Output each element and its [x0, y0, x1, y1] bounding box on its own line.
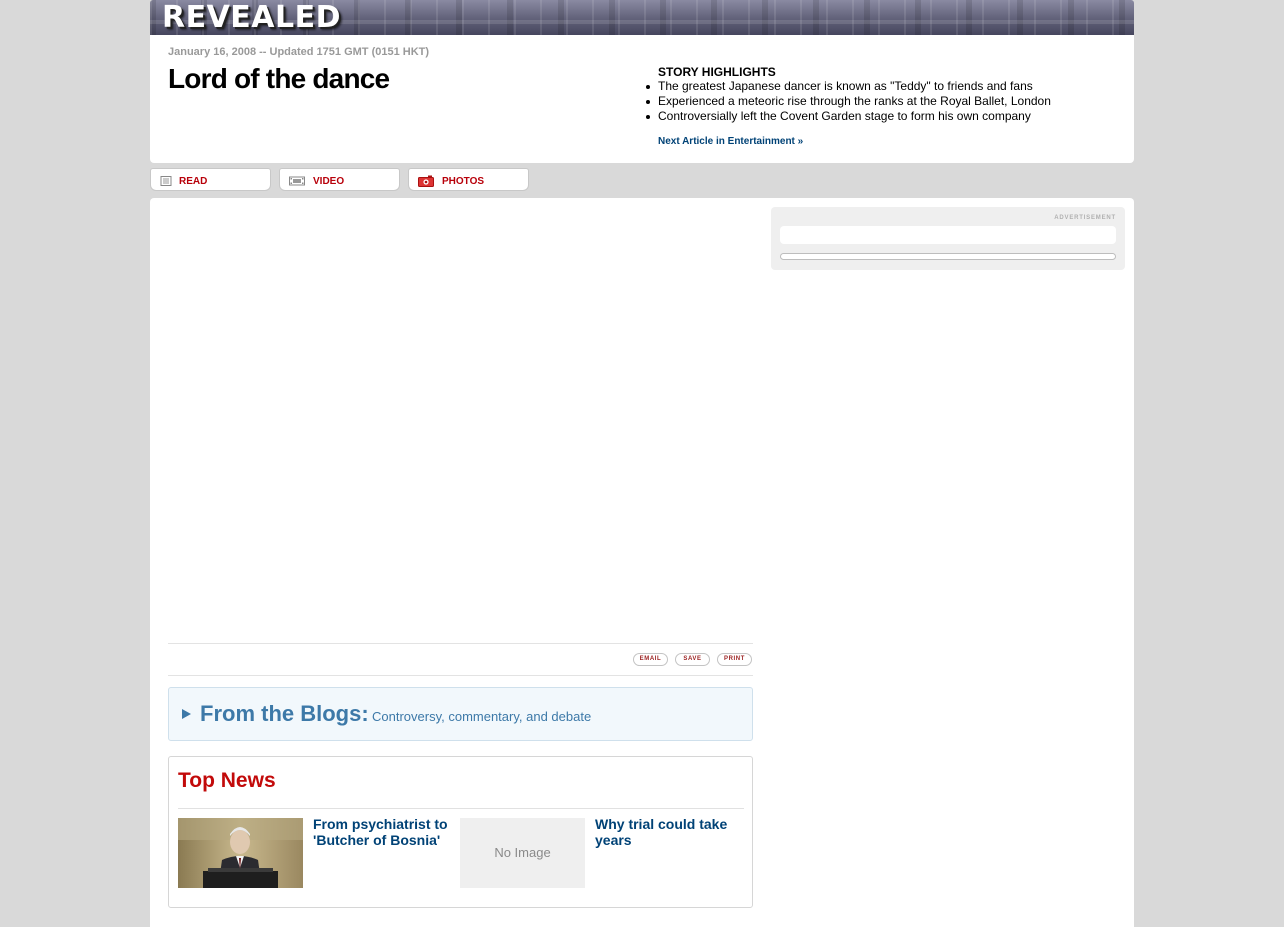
no-image-placeholder[interactable]: No Image — [460, 818, 585, 888]
tab-label: PHOTOS — [442, 176, 485, 187]
highlight-text: The greatest Japanese dancer is known as… — [658, 79, 1033, 93]
tab-read[interactable]: READ — [150, 168, 271, 191]
news-thumbnail[interactable] — [178, 818, 303, 888]
advertisement-label: ADVERTISEMENT — [1054, 215, 1116, 221]
from-the-blogs[interactable]: From the Blogs: Controversy, commentary,… — [168, 687, 753, 741]
section-banner: REVEALED — [150, 0, 1134, 35]
news-headline-link[interactable]: Why trial could take years — [595, 816, 745, 848]
article-headline: Lord of the dance — [168, 63, 390, 94]
highlights-title: STORY HIGHLIGHTS — [658, 65, 776, 79]
next-article-link[interactable]: Next Article in Entertainment » — [658, 136, 803, 147]
bullet-icon — [646, 85, 650, 89]
divider — [168, 675, 753, 676]
story-highlights: STORY HIGHLIGHTS The greatest Japanese d… — [646, 65, 1118, 124]
document-icon — [160, 176, 172, 186]
highlight-item: Experienced a meteoric rise through the … — [646, 94, 1118, 109]
save-button[interactable]: SAVE — [675, 653, 710, 666]
highlight-item: The greatest Japanese dancer is known as… — [646, 79, 1118, 94]
blogs-title: From the Blogs: — [200, 701, 369, 726]
tab-photos[interactable]: PHOTOS — [408, 168, 529, 191]
ad-slot[interactable] — [780, 226, 1116, 244]
top-news-title: Top News — [178, 769, 276, 792]
tab-label: READ — [179, 176, 208, 187]
news-headline-link[interactable]: From psychiatrist to 'Butcher of Bosnia' — [313, 816, 463, 848]
divider — [178, 808, 744, 809]
highlight-text: Experienced a meteoric rise through the … — [658, 94, 1051, 108]
triangle-right-icon — [182, 709, 191, 719]
dateline: January 16, 2008 -- Updated 1751 GMT (01… — [168, 46, 430, 58]
section-logo: REVEALED — [162, 0, 342, 35]
highlight-item: Controversially left the Covent Garden s… — [646, 109, 1118, 124]
bullet-icon — [646, 100, 650, 104]
divider — [168, 643, 753, 644]
tab-video[interactable]: VIDEO — [279, 168, 400, 191]
man-at-podium-image — [178, 818, 303, 888]
video-icon — [289, 176, 305, 186]
camera-icon — [418, 175, 434, 187]
bullet-icon — [646, 115, 650, 119]
print-button[interactable]: PRINT — [717, 653, 752, 666]
top-news: Top News From psychiatrist to 'Butcher o… — [168, 756, 753, 908]
tab-label: VIDEO — [313, 176, 345, 187]
highlights-list: The greatest Japanese dancer is known as… — [646, 79, 1118, 124]
highlight-text: Controversially left the Covent Garden s… — [658, 109, 1031, 123]
ad-slot-bar[interactable] — [780, 253, 1116, 260]
article-header: January 16, 2008 -- Updated 1751 GMT (01… — [150, 35, 1134, 163]
blogs-subtitle: Controversy, commentary, and debate — [372, 709, 592, 724]
advertisement-box: ADVERTISEMENT — [771, 207, 1125, 270]
main-content: ADVERTISEMENT EMAIL SAVE PRINT From the … — [150, 198, 1134, 927]
email-button[interactable]: EMAIL — [633, 653, 668, 666]
